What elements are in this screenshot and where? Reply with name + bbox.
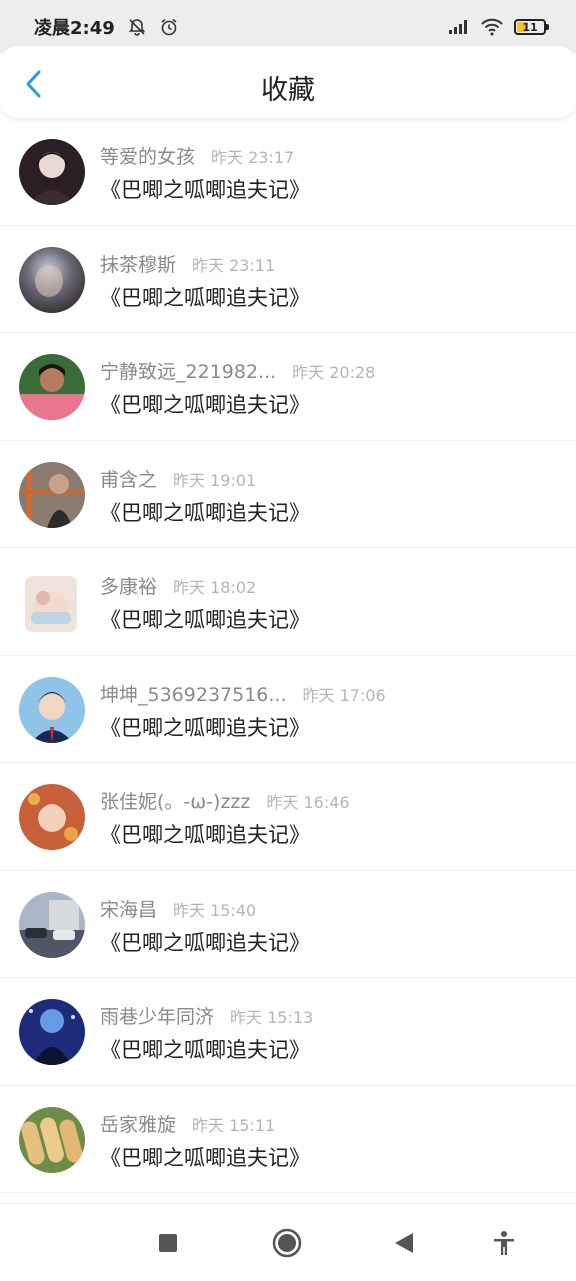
status-left: 凌晨2:49 [34,14,179,40]
book-title[interactable]: 《巴唧之呱唧追夫记》 [100,174,310,204]
avatar[interactable] [19,354,85,420]
name-row: 甫含之 昨天 19:01 [100,465,256,492]
timestamp: 昨天 18:02 [173,578,257,597]
username[interactable]: 等爱的女孩 [100,142,195,169]
recents-button[interactable] [151,1226,185,1260]
name-row: 岳家雅旋 昨天 15:11 [100,1110,275,1137]
list-item[interactable]: 宁静致远_221982... 昨天 20:28 《巴唧之呱唧追夫记》 [0,333,576,441]
avatar[interactable] [19,999,85,1065]
list-item[interactable]: 等爱的女孩 昨天 23:17 《巴唧之呱唧追夫记》 [0,118,576,226]
username[interactable]: 坤坤_5369237516... [100,680,287,707]
name-row: 多康裕 昨天 18:02 [100,572,256,599]
timestamp: 昨天 20:28 [292,363,376,382]
list-item[interactable]: 雨巷少年同济 昨天 15:13 《巴唧之呱唧追夫记》 [0,978,576,1086]
name-row: 宁静致远_221982... 昨天 20:28 [100,357,375,384]
username[interactable]: 宁静致远_221982... [100,357,276,384]
alarm-icon [159,17,179,37]
book-title[interactable]: 《巴唧之呱唧追夫记》 [100,497,310,527]
username[interactable]: 雨巷少年同济 [100,1002,214,1029]
recents-square-icon [159,1234,177,1252]
username[interactable]: 甫含之 [100,465,157,492]
avatar[interactable] [19,461,85,528]
username[interactable]: 多康裕 [100,572,157,599]
battery-icon: 11 [514,19,549,35]
book-title[interactable]: 《巴唧之呱唧追夫记》 [100,389,310,419]
home-circle-icon [272,1228,302,1258]
list-item[interactable]: 岳家雅旋 昨天 15:11 《巴唧之呱唧追夫记》 [0,1086,576,1193]
back-triangle-icon [395,1233,413,1253]
list-item[interactable]: 张佳妮(。-ω-)zzz 昨天 16:46 《巴唧之呱唧追夫记》 [0,763,576,871]
book-title[interactable]: 《巴唧之呱唧追夫记》 [100,282,310,312]
signal-icon [448,19,470,35]
list-item[interactable]: 宋海昌 昨天 15:40 《巴唧之呱唧追夫记》 [0,871,576,978]
system-nav-bar [0,1203,576,1281]
list-item[interactable]: 甫含之 昨天 19:01 《巴唧之呱唧追夫记》 [0,441,576,548]
book-title[interactable]: 《巴唧之呱唧追夫记》 [100,1142,310,1172]
status-time: 凌晨2:49 [34,18,115,39]
avatar[interactable] [19,676,85,743]
book-title[interactable]: 《巴唧之呱唧追夫记》 [100,1034,310,1064]
back-nav-button[interactable] [387,1226,421,1260]
timestamp: 昨天 15:13 [230,1008,314,1027]
favorites-list: 等爱的女孩 昨天 23:17 《巴唧之呱唧追夫记》 抹茶穆斯 昨天 23:11 … [0,118,576,1193]
timestamp: 昨天 23:11 [192,255,276,275]
username[interactable]: 宋海昌 [100,895,157,922]
avatar[interactable] [19,784,85,850]
book-title[interactable]: 《巴唧之呱唧追夫记》 [100,604,310,634]
book-title[interactable]: 《巴唧之呱唧追夫记》 [100,819,310,849]
page-title: 收藏 [261,75,315,106]
book-title[interactable]: 《巴唧之呱唧追夫记》 [100,712,310,742]
battery-level: 11 [522,20,538,34]
timestamp: 昨天 16:46 [266,793,350,812]
list-item[interactable]: 抹茶穆斯 昨天 23:11 《巴唧之呱唧追夫记》 [0,226,576,333]
name-row: 雨巷少年同济 昨天 15:13 [100,1002,313,1029]
name-row: 宋海昌 昨天 15:40 [100,895,256,922]
name-row: 等爱的女孩 昨天 23:17 [100,142,294,169]
avatar[interactable] [25,576,77,632]
status-right: 11 [448,18,549,36]
book-title[interactable]: 《巴唧之呱唧追夫记》 [100,927,310,957]
avatar[interactable] [19,139,85,205]
username[interactable]: 岳家雅旋 [100,1110,176,1137]
name-row: 张佳妮(。-ω-)zzz 昨天 16:46 [100,787,350,814]
timestamp: 昨天 15:11 [192,1115,276,1135]
username[interactable]: 抹茶穆斯 [100,250,176,277]
list-item[interactable]: 坤坤_5369237516... 昨天 17:06 《巴唧之呱唧追夫记》 [0,656,576,763]
header: 收藏 [0,46,576,118]
name-row: 抹茶穆斯 昨天 23:11 [100,250,275,277]
list-item[interactable]: 多康裕 昨天 18:02 《巴唧之呱唧追夫记》 [0,548,576,656]
name-row: 坤坤_5369237516... 昨天 17:06 [100,680,386,707]
home-button[interactable] [270,1226,304,1260]
timestamp: 昨天 17:06 [302,685,386,705]
timestamp: 昨天 15:40 [173,900,257,920]
timestamp: 昨天 23:17 [211,148,295,167]
avatar[interactable] [19,246,85,313]
accessibility-button[interactable] [487,1226,521,1260]
avatar[interactable] [19,891,85,958]
username[interactable]: 张佳妮(。-ω-)zzz [100,787,250,814]
wifi-icon [480,18,504,36]
timestamp: 昨天 19:01 [173,470,257,490]
mute-bell-icon [127,17,147,37]
accessibility-icon [494,1231,514,1255]
avatar[interactable] [19,1106,85,1173]
